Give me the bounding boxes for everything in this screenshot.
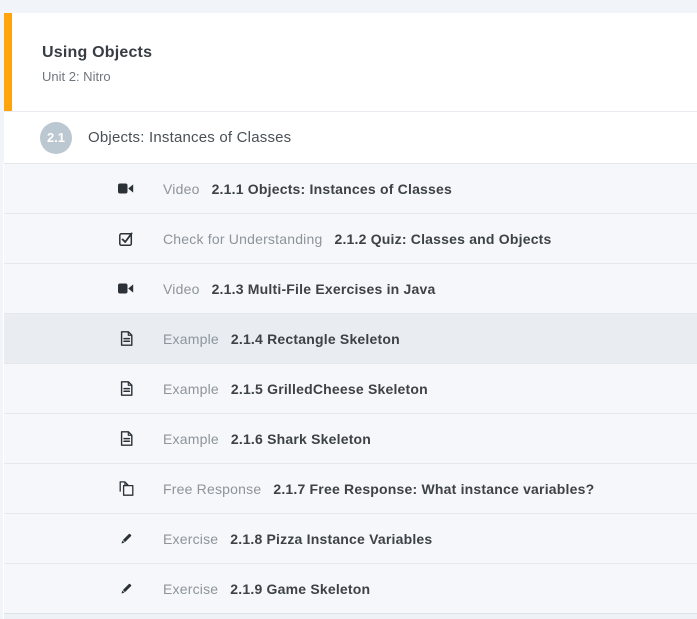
lesson-title: 2.1.4 Rectangle Skeleton — [231, 331, 400, 347]
lesson-row[interactable]: Video 2.1.3 Multi-File Exercises in Java — [4, 263, 697, 313]
lesson-row[interactable]: Example 2.1.6 Shark Skeleton — [4, 413, 697, 463]
lesson-row[interactable]: Exercise 2.1.9 Game Skeleton — [4, 563, 697, 613]
lesson-type-label: Exercise — [163, 531, 218, 547]
check-icon — [117, 232, 135, 246]
document-icon — [117, 431, 135, 446]
lesson-title: 2.1.9 Game Skeleton — [230, 581, 370, 597]
lesson-title: 2.1.3 Multi-File Exercises in Java — [212, 281, 436, 297]
lesson-title: 2.1.8 Pizza Instance Variables — [230, 531, 432, 547]
lesson-title: 2.1.1 Objects: Instances of Classes — [212, 181, 452, 197]
lesson-type-label: Video — [163, 281, 200, 297]
course-lessons-page: Using Objects Unit 2: Nitro 2.1 Objects:… — [0, 0, 697, 619]
lesson-title: 2.1.6 Shark Skeleton — [231, 431, 371, 447]
unit-subtitle: Unit 2: Nitro — [42, 69, 697, 84]
lesson-type-label: Example — [163, 331, 219, 347]
lesson-type-label: Exercise — [163, 581, 218, 597]
document-icon — [117, 381, 135, 396]
next-row-partial — [4, 613, 697, 619]
section-title: Objects: Instances of Classes — [88, 129, 291, 146]
unit-accent-bar — [4, 13, 12, 111]
lesson-row[interactable]: Free Response 2.1.7 Free Response: What … — [4, 463, 697, 513]
lesson-row[interactable]: Example 2.1.4 Rectangle Skeleton — [4, 313, 697, 363]
lesson-type-label: Example — [163, 431, 219, 447]
document-icon — [117, 331, 135, 346]
video-icon — [117, 283, 135, 294]
pencil-icon — [117, 582, 135, 596]
pencil-icon — [117, 532, 135, 546]
lesson-title: 2.1.2 Quiz: Classes and Objects — [334, 231, 551, 247]
section-number-badge: 2.1 — [40, 122, 72, 154]
copy-icon — [117, 481, 135, 496]
lesson-list: Video 2.1.1 Objects: Instances of Classe… — [3, 163, 697, 619]
lesson-type-label: Example — [163, 381, 219, 397]
lesson-row[interactable]: Video 2.1.1 Objects: Instances of Classe… — [4, 163, 697, 213]
lesson-row[interactable]: Example 2.1.5 GrilledCheese Skeleton — [4, 363, 697, 413]
video-icon — [117, 183, 135, 194]
lesson-type-label: Check for Understanding — [163, 231, 322, 247]
section-header-row[interactable]: 2.1 Objects: Instances of Classes — [4, 111, 697, 163]
lesson-title: 2.1.7 Free Response: What instance varia… — [273, 481, 594, 497]
lesson-type-label: Video — [163, 181, 200, 197]
lesson-type-label: Free Response — [163, 481, 261, 497]
lesson-row[interactable]: Exercise 2.1.8 Pizza Instance Variables — [4, 513, 697, 563]
unit-header: Using Objects Unit 2: Nitro — [4, 13, 697, 111]
unit-title: Using Objects — [42, 44, 697, 62]
lesson-row[interactable]: Check for Understanding 2.1.2 Quiz: Clas… — [4, 213, 697, 263]
lesson-title: 2.1.5 GrilledCheese Skeleton — [231, 381, 428, 397]
